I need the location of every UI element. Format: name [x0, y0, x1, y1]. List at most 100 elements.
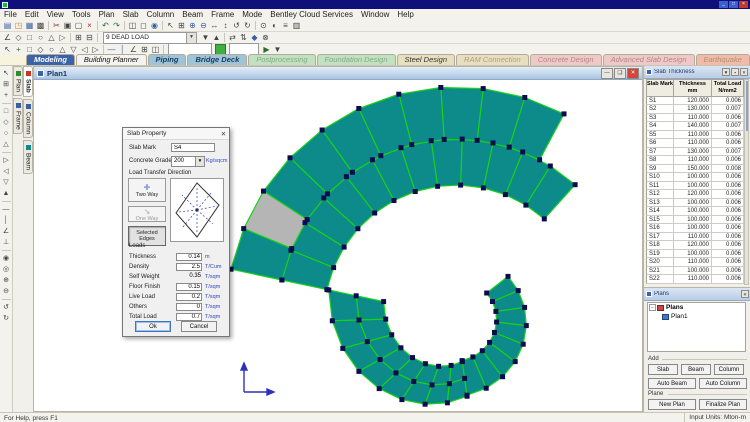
column-node[interactable] [396, 92, 401, 97]
column-node[interactable] [445, 400, 450, 405]
table-row[interactable]: S18120.0000.006 [646, 241, 744, 250]
table-view-icon[interactable]: ▥ [291, 20, 302, 31]
column-node[interactable] [493, 309, 498, 314]
grid-toggle-icon[interactable]: ⊞ [176, 20, 187, 31]
cut-icon[interactable]: ✂ [51, 20, 62, 31]
tab-ram-connection[interactable]: RAM Connection [456, 54, 529, 65]
column-node[interactable] [288, 155, 293, 160]
column-node[interactable] [383, 317, 388, 322]
tree-collapse-icon[interactable]: − [649, 304, 656, 311]
maximize-icon[interactable]: □ [729, 1, 738, 8]
triangle-tool-icon[interactable]: △ [46, 32, 57, 43]
print-icon[interactable]: ◫ [127, 20, 138, 31]
table-row[interactable]: S1120.0000.006 [646, 97, 744, 106]
table-row[interactable]: S20110.0000.006 [646, 258, 744, 267]
undo-icon[interactable]: ↶ [100, 20, 111, 31]
scrollbar-thumb[interactable] [746, 81, 748, 131]
column-node[interactable] [429, 138, 434, 143]
tab-foundation-design[interactable]: Foundation Design [317, 54, 396, 65]
side-tab-slab[interactable]: Slab [23, 66, 33, 97]
menu-tools[interactable]: Tools [68, 9, 95, 20]
menu-slab[interactable]: Slab [119, 9, 143, 20]
minimize-icon[interactable]: _ [719, 1, 728, 8]
orbit-right-icon[interactable]: ↻ [1, 313, 12, 324]
column-node[interactable] [370, 157, 375, 162]
column-node[interactable] [537, 157, 542, 162]
column-node[interactable] [573, 182, 578, 187]
column-node[interactable] [484, 386, 489, 391]
front-view-icon[interactable]: ◎ [1, 264, 12, 275]
table-row[interactable]: S3110.0000.006 [646, 114, 744, 123]
print-preview-icon[interactable]: ◻ [138, 20, 149, 31]
next-load-icon[interactable]: ▼ [200, 32, 211, 43]
table-row[interactable]: S12120.0000.006 [646, 190, 744, 199]
close-view-icon[interactable]: ⊗ [260, 32, 271, 43]
column-node[interactable] [365, 339, 370, 344]
column-node[interactable] [325, 191, 330, 196]
total-load-field[interactable] [176, 313, 202, 321]
angle-icon[interactable]: ∠ [1, 226, 12, 237]
column-node[interactable] [435, 184, 440, 189]
slab-button[interactable]: Slab [648, 364, 678, 375]
load-case-select[interactable]: 9 DEAD LOAD▼ [103, 32, 197, 44]
select-cursor-icon[interactable]: ↖ [165, 20, 176, 31]
density-field[interactable] [176, 263, 202, 271]
column-node[interactable] [438, 85, 443, 90]
column-node[interactable] [449, 363, 454, 368]
column-node[interactable] [523, 203, 528, 208]
column-node[interactable] [372, 211, 377, 216]
render-icon[interactable]: ⊙ [258, 20, 269, 31]
column-tool-icon[interactable]: │ [1, 215, 12, 226]
column-node[interactable] [516, 288, 521, 293]
column-node[interactable] [506, 274, 511, 279]
table-row[interactable]: S7130.0000.007 [646, 148, 744, 157]
dropdown-icon[interactable]: ▼ [722, 68, 730, 76]
menu-window[interactable]: Window [357, 9, 393, 20]
column-node[interactable] [377, 386, 382, 391]
bottom-view-icon[interactable]: ▽ [1, 177, 12, 188]
live-load-field[interactable] [176, 293, 202, 301]
chevron-down-icon[interactable]: ▼ [195, 157, 204, 166]
column-node[interactable] [356, 106, 361, 111]
column-node[interactable] [399, 397, 404, 402]
column-node[interactable] [465, 393, 470, 398]
side-tab-beam[interactable]: Beam [23, 140, 33, 174]
table-row[interactable]: S6110.0000.006 [646, 139, 744, 148]
column-node[interactable] [381, 299, 386, 304]
column-node[interactable] [520, 150, 525, 155]
pin-icon[interactable]: ▪ [731, 68, 739, 76]
zoom-plus-icon[interactable]: ⊕ [1, 275, 12, 286]
menu-mode[interactable]: Mode [238, 9, 266, 20]
cancel-button[interactable]: Cancel [181, 321, 217, 332]
column-node[interactable] [494, 320, 499, 325]
auto-beam-button[interactable]: Auto Beam [648, 378, 696, 389]
table-row[interactable]: S13100.0000.006 [646, 199, 744, 208]
column-node[interactable] [394, 370, 399, 375]
remove-grid-icon[interactable]: ⊟ [84, 32, 95, 43]
tri-icon[interactable]: △ [1, 139, 12, 150]
finalize-plan-button[interactable]: Finalize Plan [699, 399, 747, 410]
column-node[interactable] [326, 288, 331, 293]
side-tab-column[interactable]: Column [23, 99, 33, 138]
column-node[interactable] [460, 358, 465, 363]
menu-bentley-cloud-services[interactable]: Bentley Cloud Services [266, 9, 357, 20]
minimize-icon[interactable]: — [601, 68, 613, 79]
beam-tool-icon[interactable]: — [1, 204, 12, 215]
slab-table-header[interactable]: Slab Thickness ▼ ▪ ✕ [644, 66, 750, 79]
column-node[interactable] [507, 145, 512, 150]
column-header-slab-mark[interactable]: Slab Mark [646, 79, 674, 97]
close-icon[interactable]: ✕ [741, 290, 749, 298]
column-node[interactable] [521, 342, 526, 347]
column-node[interactable] [522, 305, 527, 310]
column-node[interactable] [562, 111, 567, 116]
column-node[interactable] [522, 95, 527, 100]
auto-column-button[interactable]: Auto Column [699, 378, 747, 389]
column-node[interactable] [458, 183, 463, 188]
column-node[interactable] [378, 357, 383, 362]
tab-modeling[interactable]: Modeling [26, 54, 75, 65]
thickness-field[interactable] [176, 253, 202, 261]
side-tab-plan[interactable]: Plan [13, 66, 23, 96]
rotate-cw-icon[interactable]: ↻ [242, 20, 253, 31]
zoom-out-icon[interactable]: ⊖ [198, 20, 209, 31]
column-node[interactable] [487, 340, 492, 345]
